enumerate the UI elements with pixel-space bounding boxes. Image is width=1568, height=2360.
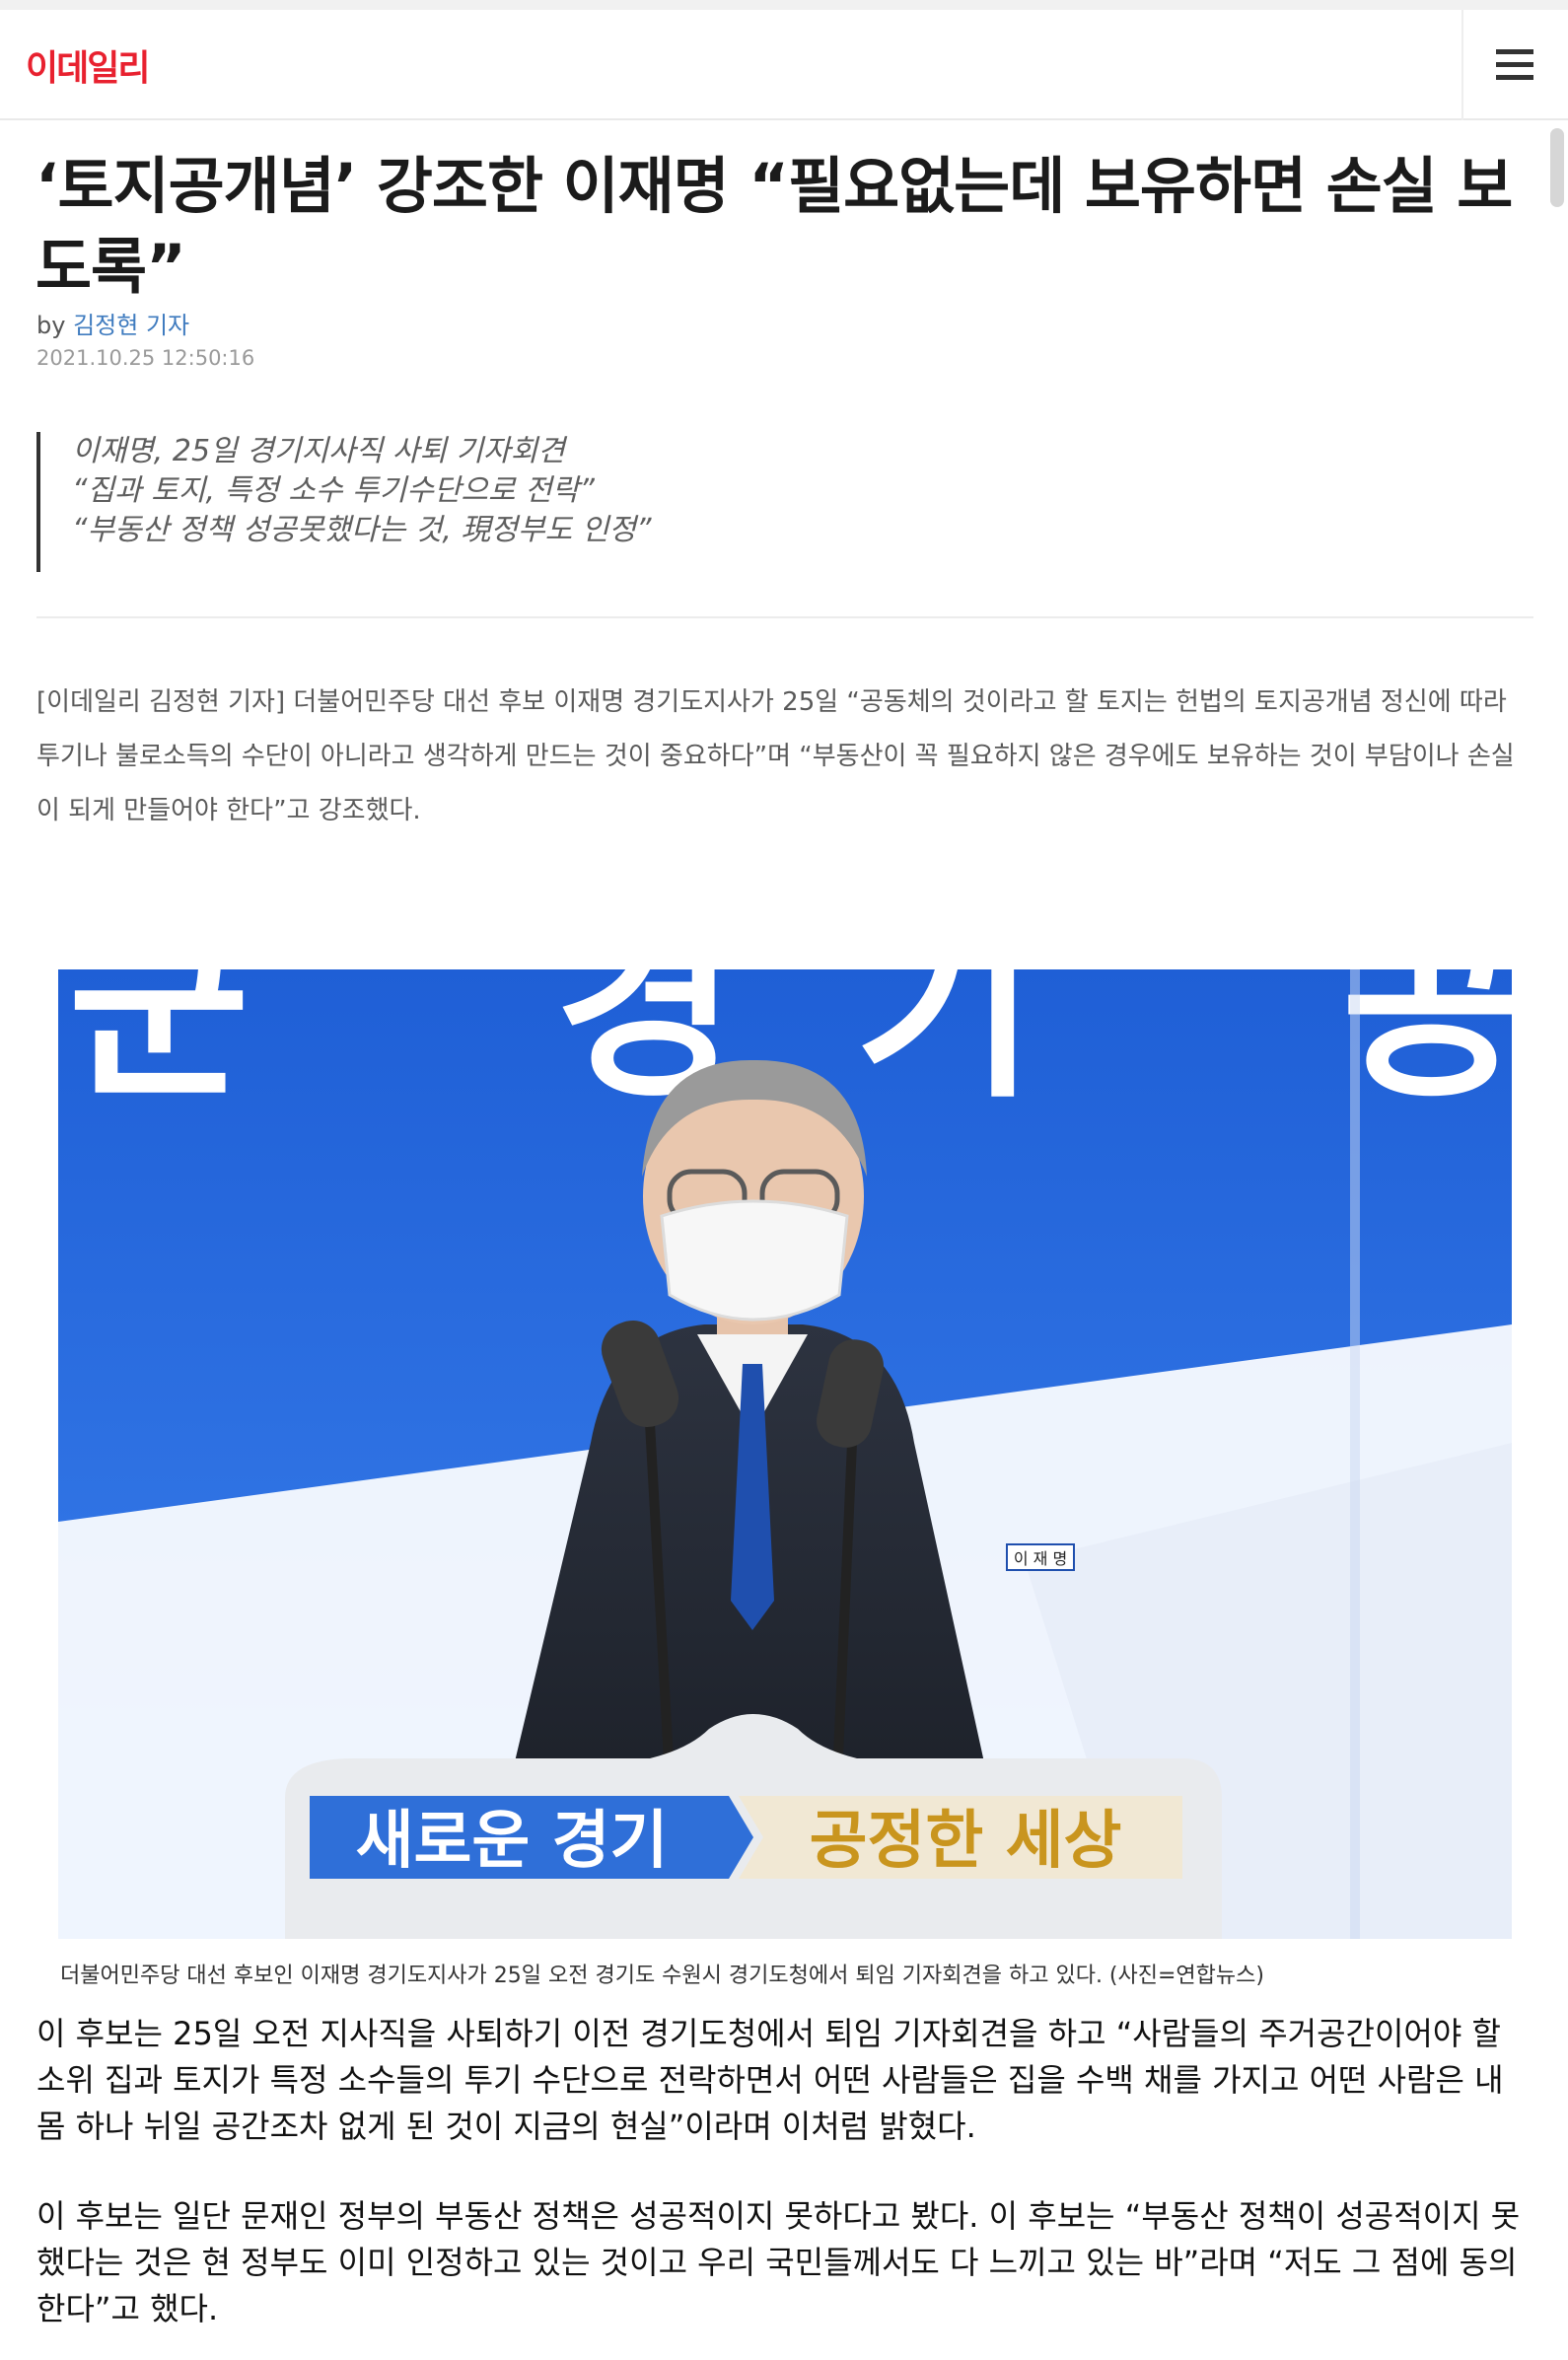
- podium-slogan-left: 새로운 경기: [356, 1805, 669, 1878]
- nameplate-text: 이 재 명: [1014, 1549, 1067, 1568]
- summary-line: 이재명, 25일 경기지사직 사퇴 기자회견: [72, 434, 565, 468]
- article-photo[interactable]: 군 경기 공 이 재 명 새로운 경기 공정한 세상: [58, 969, 1512, 1939]
- photo-caption: 더불어민주당 대선 후보인 이재명 경기도지사가 25일 오전 경기도 수원시 …: [60, 1964, 1264, 1988]
- hamburger-icon: [1496, 49, 1533, 80]
- byline-prefix: by: [36, 312, 66, 339]
- lead-paragraph: [이데일리 김정현 기자] 더불어민주당 대선 후보 이재명 경기도지사가 25…: [36, 687, 1515, 825]
- summary-line: “부동산 정책 성공못했다는 것, 現정부도 인정”: [72, 513, 652, 547]
- site-logo[interactable]: 이데일리: [26, 39, 150, 91]
- body-paragraph: 이 후보는 25일 오전 지사직을 사퇴하기 이전 경기도청에서 퇴임 기자회견…: [36, 2015, 1504, 2145]
- status-bar: [0, 0, 1568, 10]
- body-paragraph: 이 후보는 일단 문재인 정부의 부동산 정책은 성공적이지 못하다고 봤다. …: [36, 2197, 1521, 2327]
- scrollbar-thumb[interactable]: [1550, 128, 1564, 207]
- article-title: ‘토지공개념’ 강조한 이재명 “필요없는데 보유하면 손실 보도록”: [36, 150, 1513, 303]
- podium-slogan-right: 공정한 세상: [810, 1805, 1122, 1878]
- publish-timestamp: 2021.10.25 12:50:16: [36, 346, 255, 370]
- press-conference-illustration: 군 경기 공 이 재 명 새로운 경기 공정한 세상: [58, 969, 1512, 1939]
- byline: by 김정현 기자: [36, 306, 189, 340]
- article-summary: 이재명, 25일 경기지사직 사퇴 기자회견 “집과 토지, 특정 소수 투기수…: [36, 432, 652, 572]
- top-navigation-bar: 이데일리: [0, 10, 1568, 120]
- author-link[interactable]: 김정현 기자: [73, 312, 189, 339]
- summary-line: “집과 토지, 특정 소수 투기수단으로 전락”: [72, 473, 595, 508]
- divider: [36, 616, 1533, 618]
- menu-button[interactable]: [1483, 36, 1546, 95]
- menu-divider: [1461, 10, 1463, 120]
